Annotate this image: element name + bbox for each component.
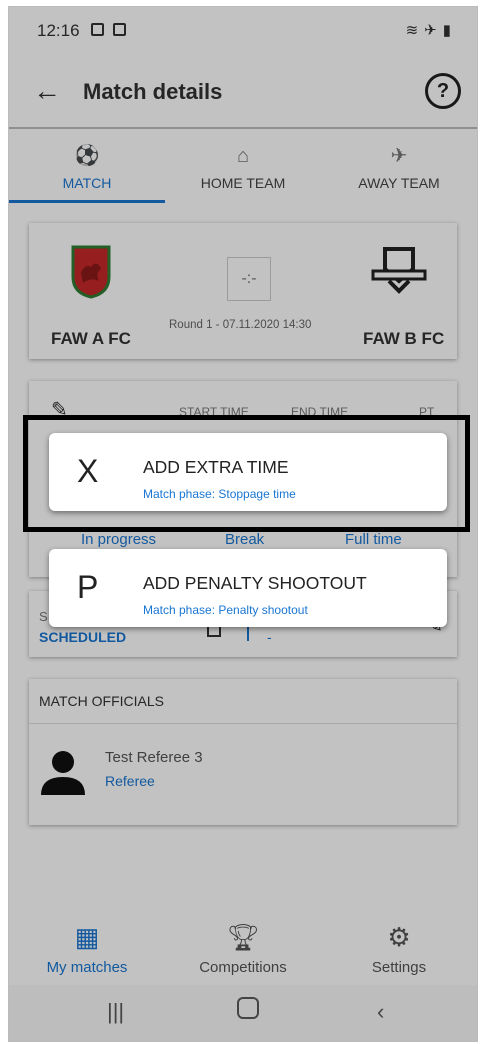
option-title: ADD PENALTY SHOOTOUT (143, 573, 367, 593)
home-button-icon[interactable] (237, 997, 259, 1019)
recent-apps-icon[interactable]: ||| (107, 999, 124, 1025)
add-penalty-shootout-option[interactable]: P ADD PENALTY SHOOTOUT Match phase: Pena… (49, 549, 447, 627)
system-navigation-bar: ||| ‹ (9, 985, 477, 1041)
system-back-icon[interactable]: ‹ (377, 999, 384, 1025)
phone-screen: 12:16 ≋✈▮ ← Match details ? ⚽ MATCH ⌂ HO… (8, 6, 478, 1042)
option-letter: P (77, 569, 99, 605)
highlight-frame (23, 415, 470, 532)
option-subtitle: Match phase: Penalty shootout (143, 603, 308, 617)
